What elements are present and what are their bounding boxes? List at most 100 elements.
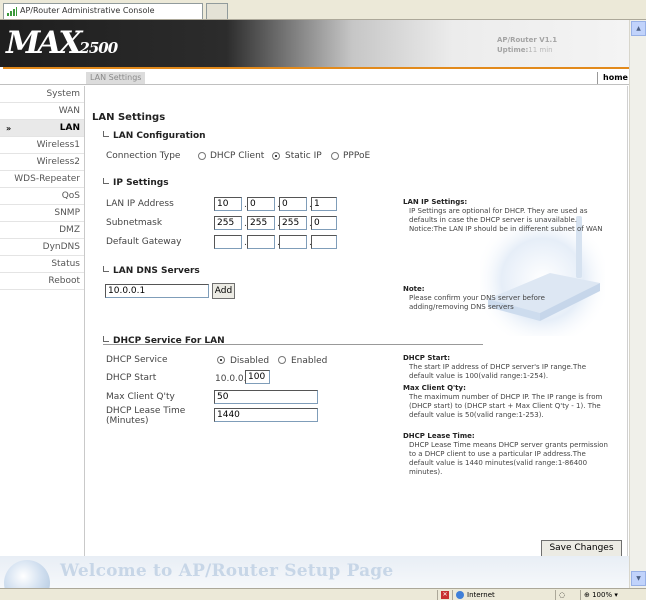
section-marker-icon	[103, 178, 109, 184]
lan-ip-label: LAN IP Address	[106, 199, 174, 209]
ip-settings-heading: IP Settings	[103, 178, 169, 188]
lease-time-note-text: DHCP Lease Time means DHCP server grants…	[409, 441, 608, 476]
browser-tab-title: AP/Router Administrative Console	[20, 6, 155, 15]
sidebar-item-wds-repeater[interactable]: WDS-Repeater	[0, 171, 84, 188]
zoom-icon: ⊕	[584, 591, 593, 599]
lan-ip-octet-3[interactable]: 0	[279, 197, 307, 211]
dns-server-input[interactable]: 10.0.0.1	[105, 284, 209, 298]
max-client-input[interactable]: 50	[214, 390, 318, 404]
subnetmask-octet-1[interactable]: 255	[214, 216, 242, 230]
security-segment: ✕	[437, 590, 451, 600]
lan-ip-note-text: IP Settings are optional for DHCP. They …	[409, 207, 603, 233]
right-border	[627, 86, 628, 556]
welcome-text: Welcome to AP/Router Setup Page	[60, 561, 394, 581]
dhcp-enabled-label: Enabled	[291, 356, 328, 366]
subnetmask-octet-3[interactable]: 255	[279, 216, 307, 230]
gateway-octet-1[interactable]	[214, 235, 242, 249]
home-link[interactable]: home	[597, 72, 628, 84]
dhcp-start-note: DHCP Start: The start IP address of DHCP…	[403, 354, 611, 381]
scroll-down-icon[interactable]: ▼	[631, 571, 646, 586]
dhcp-start-note-title: DHCP Start:	[403, 354, 451, 362]
dns-heading: LAN DNS Servers	[103, 266, 200, 276]
max-client-note-text: The maximum number of DHCP IP. The IP ra…	[409, 393, 603, 419]
max2500-logo: MAX2500	[6, 25, 118, 61]
dhcp-disabled-label: Disabled	[230, 356, 270, 366]
sidebar-item-wan[interactable]: WAN	[0, 103, 84, 120]
sidebar-item-qos[interactable]: QoS	[0, 188, 84, 205]
sidebar-item-lan[interactable]: » LAN	[0, 120, 84, 137]
header-divider	[3, 67, 629, 69]
zoom-segment[interactable]: ⊕ 100% ▾	[580, 590, 630, 600]
sidebar-item-dmz[interactable]: DMZ	[0, 222, 84, 239]
connection-type-label: Connection Type	[106, 151, 181, 161]
dns-note-text: Please confirm your DNS server before ad…	[409, 294, 545, 311]
gateway-octet-3[interactable]	[279, 235, 307, 249]
default-gateway-label: Default Gateway	[106, 237, 182, 247]
version-text: AP/Router V1.1	[497, 36, 558, 44]
sidebar-item-dyndns[interactable]: DynDNS	[0, 239, 84, 256]
section-marker-icon	[103, 266, 109, 272]
zone-segment: Internet	[452, 590, 552, 600]
sidebar-item-label: LAN	[59, 123, 80, 133]
sidebar-item-status[interactable]: Status	[0, 256, 84, 273]
subnetmask-octet-2[interactable]: 255	[247, 216, 275, 230]
new-tab-button[interactable]	[206, 3, 228, 19]
dhcp-start-label: DHCP Start	[106, 373, 157, 383]
status-bar: ✕ Internet ◌ ⊕ 100% ▾	[0, 588, 646, 600]
add-dns-button[interactable]: Add	[212, 283, 235, 299]
lan-ip-note-title: LAN IP Settings:	[403, 198, 468, 206]
sidebar-item-reboot[interactable]: Reboot	[0, 273, 84, 290]
zone-label: Internet	[467, 591, 495, 599]
lease-time-note: DHCP Lease Time: DHCP Lease Time means D…	[403, 432, 611, 477]
save-changes-button[interactable]: Save Changes	[541, 540, 622, 557]
sidebar-item-system[interactable]: System	[0, 86, 84, 103]
header-info: AP/Router V1.1 Uptime:11 min	[497, 35, 557, 55]
lan-ip-note: LAN IP Settings: IP Settings are optiona…	[403, 198, 603, 234]
active-pointer-icon: »	[6, 124, 12, 133]
dhcp-service-label: DHCP Service	[106, 355, 168, 365]
signal-icon	[7, 7, 17, 16]
sidebar-item-wireless1[interactable]: Wireless1	[0, 137, 84, 154]
page-content: MAX2500 AP/Router V1.1 Uptime:11 min LAN…	[0, 20, 629, 588]
browser-tab-bar: AP/Router Administrative Console	[0, 0, 646, 20]
static-ip-label: Static IP	[285, 151, 322, 161]
subnetmask-octet-4[interactable]: 0	[311, 216, 337, 230]
zoom-level: 100%	[592, 591, 613, 599]
dhcp-divider	[103, 344, 483, 345]
protected-mode-segment[interactable]: ◌	[555, 590, 577, 600]
pppoe-radio[interactable]	[331, 152, 339, 160]
scroll-up-icon[interactable]: ▲	[631, 21, 646, 36]
static-ip-radio[interactable]	[272, 152, 280, 160]
internet-zone-icon	[456, 591, 464, 599]
dhcp-enabled-radio[interactable]	[278, 356, 286, 364]
dhcp-start-prefix: 10.0.0.	[215, 374, 247, 384]
sidebar-item-wireless2[interactable]: Wireless2	[0, 154, 84, 171]
uptime-label: Uptime:	[497, 46, 529, 54]
lease-time-note-title: DHCP Lease Time:	[403, 432, 475, 440]
lan-ip-octet-4[interactable]: 1	[311, 197, 337, 211]
dhcp-start-note-text: The start IP address of DHCP server's IP…	[409, 363, 587, 380]
gateway-octet-2[interactable]	[247, 235, 275, 249]
subnetmask-label: Subnetmask	[106, 218, 163, 228]
dhcp-disabled-radio[interactable]	[217, 356, 225, 364]
globe-icon	[4, 560, 50, 588]
header-banner: MAX2500 AP/Router V1.1 Uptime:11 min	[0, 20, 629, 67]
sidebar-item-snmp[interactable]: SNMP	[0, 205, 84, 222]
lease-time-input[interactable]: 1440	[214, 408, 318, 422]
main-panel: LAN Settings LAN Configuration Connectio…	[85, 86, 627, 557]
current-page-tab: LAN Settings	[86, 72, 146, 84]
dhcp-start-input[interactable]: 100	[245, 370, 270, 384]
max-client-note-title: Max Client Q'ty:	[403, 384, 466, 392]
browser-tab[interactable]: AP/Router Administrative Console	[3, 3, 203, 19]
lan-ip-octet-2[interactable]: 0	[247, 197, 275, 211]
dhcp-client-label: DHCP Client	[210, 151, 265, 161]
vertical-scrollbar[interactable]: ▲ ▼	[629, 20, 646, 588]
dhcp-client-radio[interactable]	[198, 152, 206, 160]
section-marker-icon	[103, 131, 109, 137]
footer-banner: Welcome to AP/Router Setup Page	[0, 556, 629, 588]
lan-ip-octet-1[interactable]: 10	[214, 197, 242, 211]
blocked-icon: ✕	[441, 591, 449, 599]
section-marker-icon	[103, 336, 109, 342]
gateway-octet-4[interactable]	[311, 235, 337, 249]
lan-config-heading: LAN Configuration	[103, 131, 206, 141]
